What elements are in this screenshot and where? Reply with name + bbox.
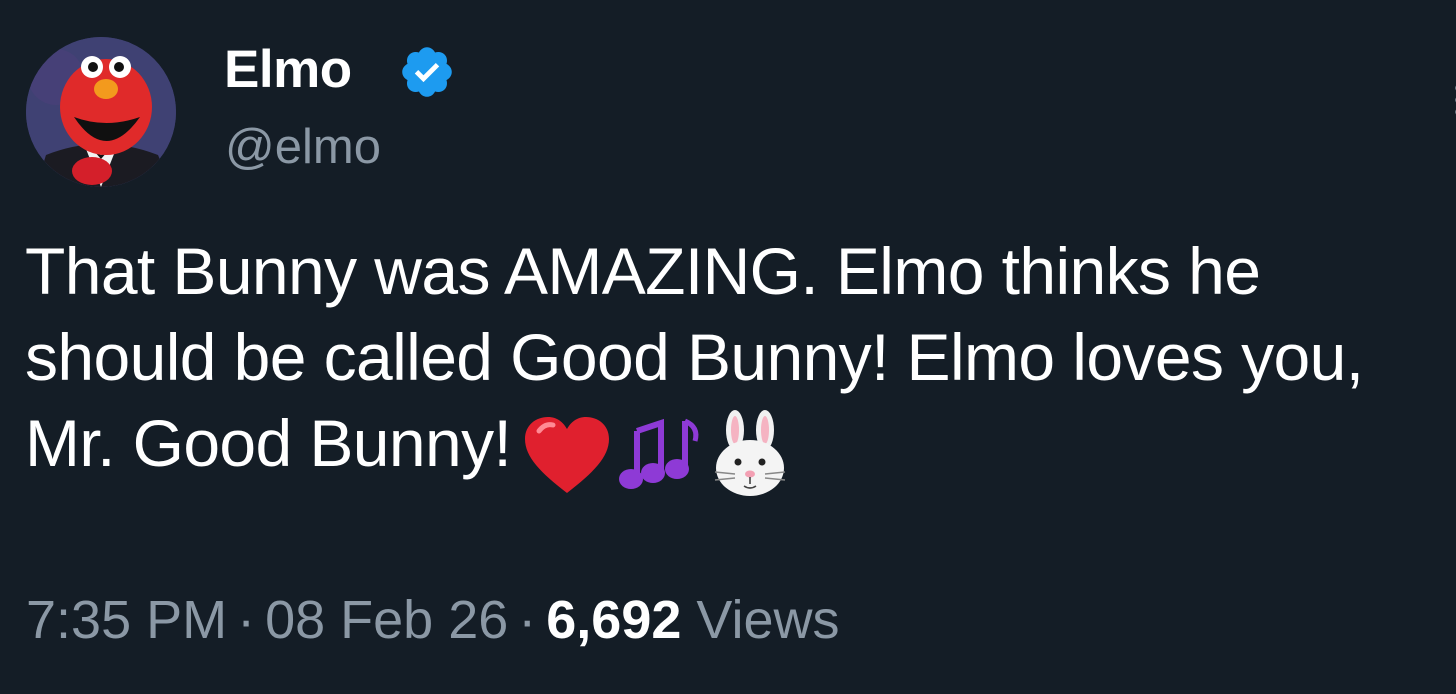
tweet-time[interactable]: 7:35 PM <box>26 590 227 650</box>
verified-badge-icon <box>402 47 452 97</box>
separator-dot: · <box>518 590 537 650</box>
emoji-group <box>521 406 797 500</box>
musical-notes-icon <box>619 418 699 489</box>
avatar[interactable] <box>26 37 176 187</box>
more-options-icon[interactable] <box>1450 80 1456 120</box>
tweet-text: That Bunny was AMAZING. Elmo thinks he s… <box>25 228 1445 500</box>
tweet-meta: 7:35 PM · 08 Feb 26 · 6,692 Views <box>26 588 840 652</box>
author-display-name[interactable]: Elmo <box>224 40 352 100</box>
views-count: 6,692 <box>546 590 682 650</box>
red-heart-icon <box>525 416 610 493</box>
separator-dot: · <box>237 590 256 650</box>
tweet-card: Elmo @elmo That Bunny was AMAZING. Elmo … <box>0 0 1456 694</box>
author-handle[interactable]: @elmo <box>225 118 381 176</box>
views-label: Views <box>696 590 840 650</box>
rabbit-face-icon <box>715 409 786 496</box>
elmo-avatar-image <box>26 37 176 187</box>
tweet-date[interactable]: 08 Feb 26 <box>265 590 508 650</box>
